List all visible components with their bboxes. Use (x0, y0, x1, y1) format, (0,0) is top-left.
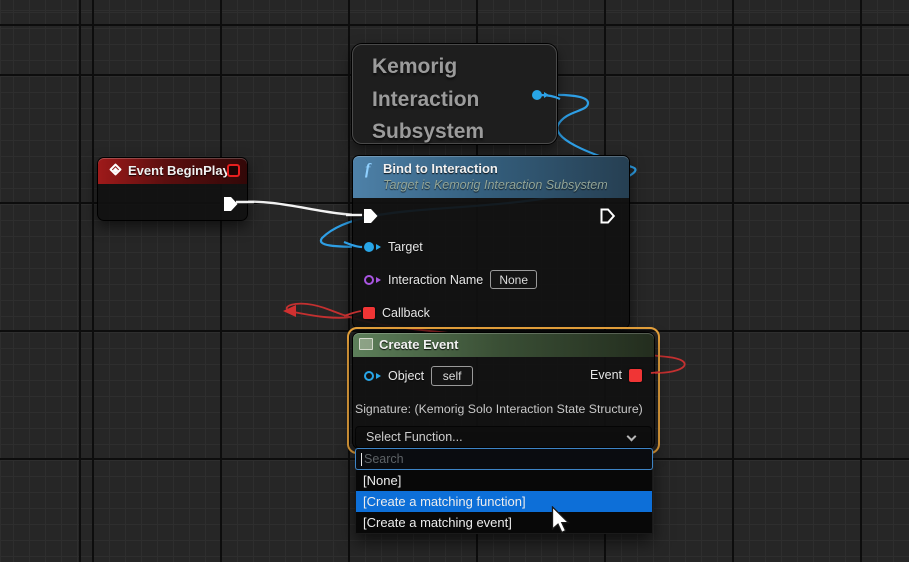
object-pin-icon (364, 242, 374, 252)
pin-arrow-icon (376, 244, 381, 250)
chevron-down-icon (627, 432, 637, 442)
target-pin[interactable] (364, 242, 381, 252)
interaction-name-input[interactable]: None (490, 270, 537, 289)
name-pin-icon (364, 275, 374, 285)
option-create-matching-event[interactable]: [Create a matching event] (356, 512, 652, 533)
search-input[interactable] (362, 450, 642, 467)
event-diamond-icon (109, 163, 122, 176)
node-bind-to-interaction[interactable]: f Bind to Interaction Target is Kemorig … (352, 155, 630, 329)
object-pin-icon (364, 371, 374, 381)
object-pin-icon (532, 90, 542, 100)
create-event-icon (359, 338, 373, 350)
event-reference-icon (227, 164, 240, 177)
event-pin[interactable] (629, 369, 642, 382)
option-none[interactable]: [None] (356, 470, 652, 491)
function-select-popup: [None] [Create a matching function] [Cre… (355, 448, 653, 534)
interaction-name-pin[interactable] (364, 275, 381, 285)
subsystem-return-pin[interactable] (532, 90, 549, 100)
mouse-cursor (551, 506, 575, 536)
function-option-list: [None] [Create a matching function] [Cre… (355, 470, 653, 534)
interaction-name-pin-label: Interaction Name (388, 273, 483, 287)
callback-pin-label: Callback (382, 306, 430, 320)
select-function-label: Select Function... (366, 430, 463, 444)
create-event-header[interactable]: Create Event (353, 333, 654, 357)
delegate-wire-arrow (283, 305, 296, 317)
exec-wire[interactable] (238, 202, 368, 215)
callback-pin[interactable] (363, 307, 375, 319)
object-pin-label: Object (388, 369, 424, 383)
search-box[interactable] (355, 448, 653, 470)
bind-title: Bind to Interaction (383, 161, 498, 176)
bind-header[interactable]: f Bind to Interaction Target is Kemorig … (353, 156, 629, 198)
select-function-dropdown[interactable]: Select Function... (355, 426, 652, 448)
exec-out-pin[interactable] (600, 208, 616, 224)
bind-subtitle: Target is Kemorig Interaction Subsystem (383, 178, 608, 192)
pin-arrow-icon (544, 92, 549, 98)
node-event-beginplay[interactable]: Event BeginPlay (97, 157, 248, 221)
object-pin[interactable] (364, 371, 381, 381)
exec-out-pin[interactable] (223, 196, 239, 212)
object-self-input[interactable]: self (431, 366, 473, 386)
node-create-event[interactable]: Create Event Object self Event Signature… (352, 332, 655, 449)
function-f-icon: f (365, 161, 370, 179)
event-pin-label: Event (590, 368, 622, 382)
pin-arrow-icon (376, 277, 381, 283)
exec-in-pin[interactable] (363, 208, 379, 224)
subsystem-title: Kemorig Interaction Subsystem (372, 51, 484, 149)
signature-text: Signature: (Kemorig Solo Interaction Sta… (355, 402, 643, 416)
blueprint-graph-canvas[interactable]: Kemorig Interaction Subsystem Event Begi… (0, 0, 909, 562)
node-kemorig-interaction-subsystem[interactable]: Kemorig Interaction Subsystem (352, 44, 557, 144)
option-create-matching-function[interactable]: [Create a matching function] (356, 491, 652, 512)
beginplay-title: Event BeginPlay (128, 163, 230, 178)
target-pin-label: Target (388, 240, 423, 254)
beginplay-header[interactable]: Event BeginPlay (98, 158, 247, 184)
create-event-title: Create Event (379, 337, 458, 352)
pin-arrow-icon (376, 373, 381, 379)
